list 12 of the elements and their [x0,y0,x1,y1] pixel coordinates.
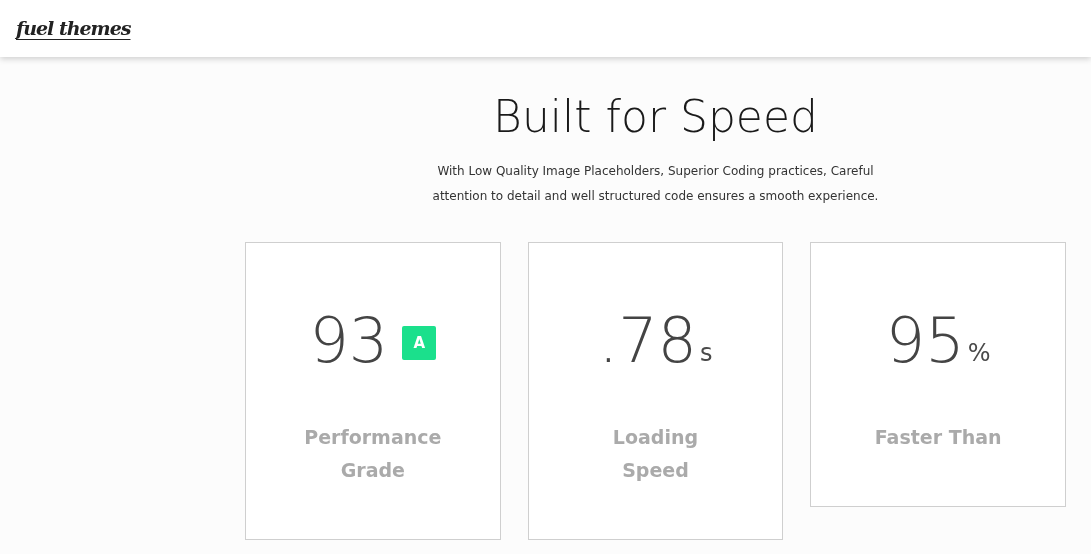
unit-text: % [967,338,991,369]
unit-text: s [700,338,713,369]
logo[interactable]: fuel themes [16,14,131,43]
stat-value: .78 [598,305,698,377]
stat-label: Faster Than [873,425,1003,450]
stat-label: Loading Speed [611,425,700,483]
stat-label: Performance Grade [303,425,443,483]
stat-value: 95 [885,305,965,377]
page-title: Built for Speed [493,90,818,144]
grade-badge: A [402,326,437,360]
stat-value: 93 [309,305,389,377]
intro-text: With Low Quality Image Placeholders, Superior Coding practices, Careful attention to detail and well structured code ensures a smooth experience. [431,163,880,205]
